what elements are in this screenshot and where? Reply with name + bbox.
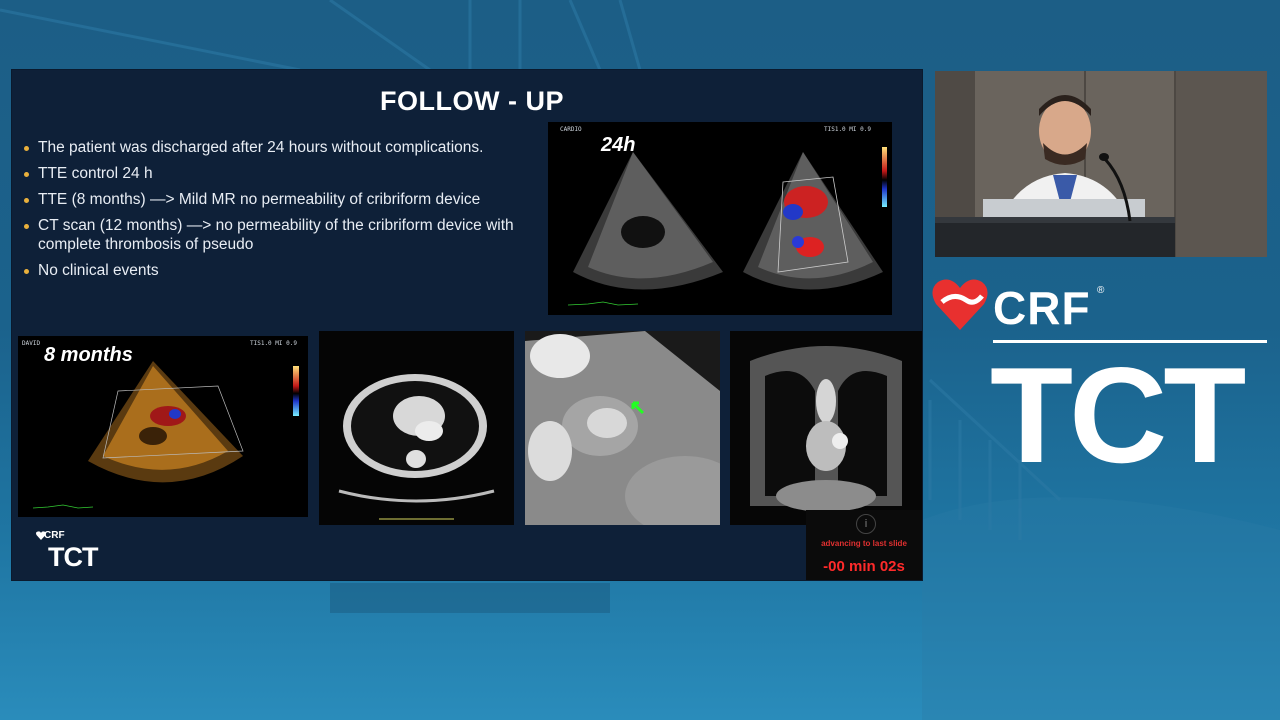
brand-crf-text: CRF — [993, 282, 1091, 334]
echo-8-months-image: 8 months DAVID TIS1.0 MI 0.9 — [18, 336, 308, 517]
crf-heart-logo-icon — [932, 279, 988, 330]
advance-timer-box: i advancing to last slide -00 min 02s — [806, 510, 922, 580]
echo-24h-tag-left: CARDIO — [560, 126, 582, 133]
echo-8-months-tag-right: TIS1.0 MI 0.9 — [250, 340, 297, 347]
footer-logo-crf: CRF — [44, 530, 65, 541]
ultrasound-24h-graphic — [548, 122, 892, 315]
echo-24h-tag-right: TIS1.0 MI 0.9 — [824, 126, 871, 133]
echo-24h-label: 24h — [601, 134, 636, 156]
footer-logo-tct: TCT — [48, 542, 98, 572]
bullet-item: CT scan (12 months) —> no permeability o… — [24, 216, 554, 254]
speaker-video-graphic — [935, 71, 1267, 257]
bullet-item: The patient was discharged after 24 hour… — [24, 138, 554, 157]
bullet-item: TTE (8 months) —> Mild MR no permeabilit… — [24, 190, 554, 209]
ct-coronal-graphic — [730, 331, 922, 525]
slide-title: FOLLOW - UP — [380, 86, 564, 116]
ct-axial-graphic — [319, 331, 514, 525]
bullet-item: TTE control 24 h — [24, 164, 554, 183]
info-icon[interactable]: i — [856, 514, 876, 534]
bullet-item: No clinical events — [24, 261, 554, 280]
echo-8-months-tag-left: DAVID — [22, 340, 41, 347]
bullet-list: The patient was discharged after 24 hour… — [24, 138, 554, 287]
ct-axial-image — [319, 331, 514, 525]
ct-zoom-image — [525, 331, 720, 525]
ct-coronal-image — [730, 331, 922, 525]
brand-registered-mark: ® — [1097, 285, 1105, 296]
echo-8-months-label: 8 months — [44, 344, 133, 366]
slide-footer-logo: CRF TCT — [36, 528, 126, 574]
presentation-slide: FOLLOW - UP The patient was discharged a… — [12, 70, 922, 580]
brand-tct-text: TCT — [990, 339, 1246, 491]
echo-24h-image: 24h CARDIO TIS1.0 MI 0.9 — [548, 122, 892, 315]
ct-zoom-graphic — [525, 331, 720, 525]
speaker-video — [935, 71, 1267, 257]
advance-message: advancing to last slide — [821, 539, 907, 548]
countdown-timer: -00 min 02s — [823, 558, 905, 575]
